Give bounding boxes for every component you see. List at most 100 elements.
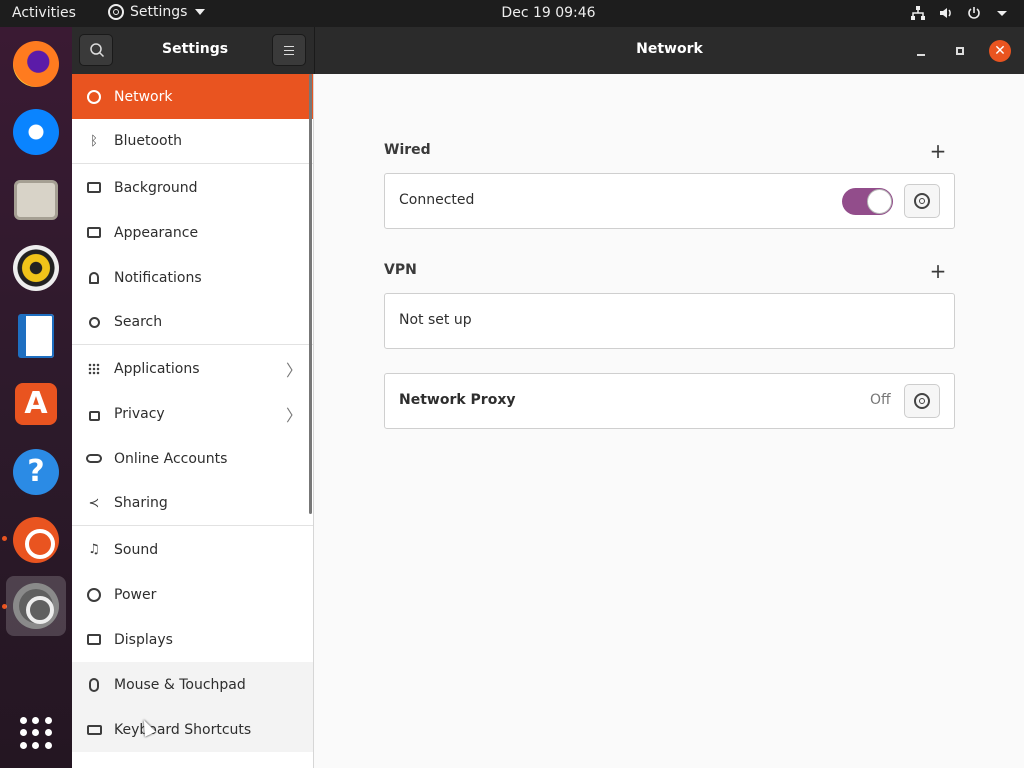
- power-icon[interactable]: [966, 5, 982, 21]
- sidebar-item-label: Power: [114, 586, 157, 603]
- sidebar-item-background[interactable]: Background: [72, 165, 313, 210]
- wired-toggle[interactable]: [842, 188, 893, 215]
- sidebar-item-search[interactable]: Search: [72, 300, 313, 345]
- chevron-right-icon: 〉: [286, 405, 303, 425]
- sidebar-item-label: Keyboard Shortcuts: [114, 721, 252, 738]
- dock-thunderbird[interactable]: [6, 102, 66, 162]
- wired-settings-button[interactable]: [904, 184, 940, 218]
- sidebar-item-label: Privacy: [114, 405, 165, 422]
- show-applications-icon[interactable]: [20, 717, 52, 749]
- system-tray[interactable]: [910, 5, 1010, 21]
- music-icon: ♫: [88, 542, 100, 557]
- sidebar-item-label: Search: [114, 314, 163, 330]
- software-store-icon: A: [15, 383, 57, 425]
- thunderbird-icon: [13, 109, 59, 155]
- dock-settings[interactable]: [6, 576, 66, 636]
- sidebar-item-mouse-touchpad[interactable]: Mouse & Touchpad: [72, 662, 313, 707]
- writer-icon: [18, 314, 54, 358]
- sidebar-item-displays[interactable]: Displays: [72, 617, 313, 662]
- background-icon: [86, 180, 102, 196]
- sidebar: Network ᛒ Bluetooth Background Appearanc…: [72, 74, 314, 768]
- sidebar-item-label: Network: [114, 88, 173, 105]
- rhythmbox-icon: [13, 245, 59, 291]
- clock[interactable]: Dec 19 09:46: [0, 5, 1024, 21]
- sidebar-item-privacy[interactable]: Privacy 〉: [72, 391, 313, 436]
- sidebar-item-appearance[interactable]: Appearance: [72, 210, 313, 255]
- search-button[interactable]: [79, 34, 113, 66]
- wired-connection-row: Connected: [384, 173, 955, 229]
- settings-icon: [13, 583, 59, 629]
- dock-ubuntu[interactable]: [6, 510, 66, 570]
- chevron-right-icon: 〉: [286, 360, 303, 380]
- sidebar-item-label: Sound: [114, 541, 159, 558]
- share-icon: ≺: [88, 495, 100, 511]
- sidebar-item-sound[interactable]: ♫ Sound: [72, 527, 313, 572]
- vpn-row: Not set up: [384, 293, 955, 349]
- sidebar-item-label: Online Accounts: [114, 450, 228, 467]
- sidebar-item-label: Appearance: [114, 224, 199, 241]
- help-icon: ?: [13, 449, 59, 495]
- network-icon: [86, 89, 102, 105]
- lock-icon: [86, 406, 102, 422]
- sidebar-item-keyboard-shortcuts[interactable]: Keyboard Shortcuts: [72, 707, 313, 752]
- network-panel: Wired + Connected VPN + Not set up Netwo…: [315, 74, 1024, 768]
- close-button[interactable]: ✕: [989, 40, 1011, 62]
- cloud-icon: [86, 451, 102, 467]
- sidebar-item-network[interactable]: Network: [72, 74, 313, 119]
- appearance-icon: [86, 225, 102, 241]
- network-icon[interactable]: [910, 5, 926, 21]
- add-wired-button[interactable]: +: [928, 141, 948, 162]
- display-icon: [86, 632, 102, 648]
- volume-icon[interactable]: [938, 5, 954, 21]
- sidebar-item-power[interactable]: Power: [72, 572, 313, 617]
- search-icon: [86, 314, 102, 330]
- files-icon: [14, 180, 58, 220]
- sidebar-item-label: Displays: [114, 631, 173, 648]
- sidebar-item-label: Notifications: [114, 269, 202, 286]
- sidebar-item-notifications[interactable]: Notifications: [72, 255, 313, 300]
- section-title-wired: Wired: [384, 142, 431, 158]
- grid-icon: [86, 361, 102, 377]
- sidebar-item-online-accounts[interactable]: Online Accounts: [72, 436, 313, 481]
- hamburger-menu-button[interactable]: [272, 34, 306, 66]
- sidebar-item-sharing[interactable]: ≺ Sharing: [72, 481, 313, 526]
- dock-writer[interactable]: [6, 306, 66, 366]
- proxy-status: Off: [870, 392, 891, 408]
- settings-window: Settings Network ✕ Network ᛒ Bluetooth B…: [72, 27, 1024, 768]
- dock-help[interactable]: ?: [6, 442, 66, 502]
- sidebar-item-bluetooth[interactable]: ᛒ Bluetooth: [72, 119, 313, 164]
- gear-icon: [914, 393, 930, 409]
- sidebar-item-label: Applications: [114, 360, 200, 377]
- sidebar-title: Settings: [162, 41, 229, 57]
- header-bar: Settings Network ✕: [72, 27, 1024, 74]
- add-vpn-button[interactable]: +: [928, 261, 948, 282]
- sidebar-item-applications[interactable]: Applications 〉: [72, 346, 313, 391]
- keyboard-icon: [86, 722, 102, 738]
- top-bar: Activities Settings Dec 19 09:46: [0, 0, 1024, 27]
- dock-rhythmbox[interactable]: [6, 238, 66, 298]
- mouse-icon: [86, 677, 102, 693]
- power-icon: [86, 587, 102, 603]
- wired-status: Connected: [399, 192, 475, 208]
- firefox-icon: [13, 41, 59, 87]
- sidebar-item-label: Background: [114, 179, 198, 196]
- toggle-knob: [867, 189, 892, 214]
- vpn-status: Not set up: [399, 312, 472, 328]
- gear-icon: [914, 193, 930, 209]
- maximize-button[interactable]: [949, 40, 971, 62]
- sidebar-scrollbar[interactable]: [309, 74, 312, 514]
- proxy-settings-button[interactable]: [904, 384, 940, 418]
- dock-firefox[interactable]: [6, 34, 66, 94]
- minimize-button[interactable]: [910, 40, 932, 62]
- bell-icon: [86, 270, 102, 286]
- sidebar-item-label: Sharing: [114, 495, 168, 511]
- network-proxy-row[interactable]: Network Proxy Off: [384, 373, 955, 429]
- bluetooth-icon: ᛒ: [90, 133, 98, 149]
- sidebar-item-label: Mouse & Touchpad: [114, 676, 246, 693]
- dock-files[interactable]: [6, 170, 66, 230]
- chevron-down-icon[interactable]: [994, 5, 1010, 21]
- section-title-vpn: VPN: [384, 262, 417, 278]
- dock: A ?: [0, 27, 72, 768]
- sidebar-item-label: Bluetooth: [114, 133, 182, 149]
- dock-software[interactable]: A: [6, 374, 66, 434]
